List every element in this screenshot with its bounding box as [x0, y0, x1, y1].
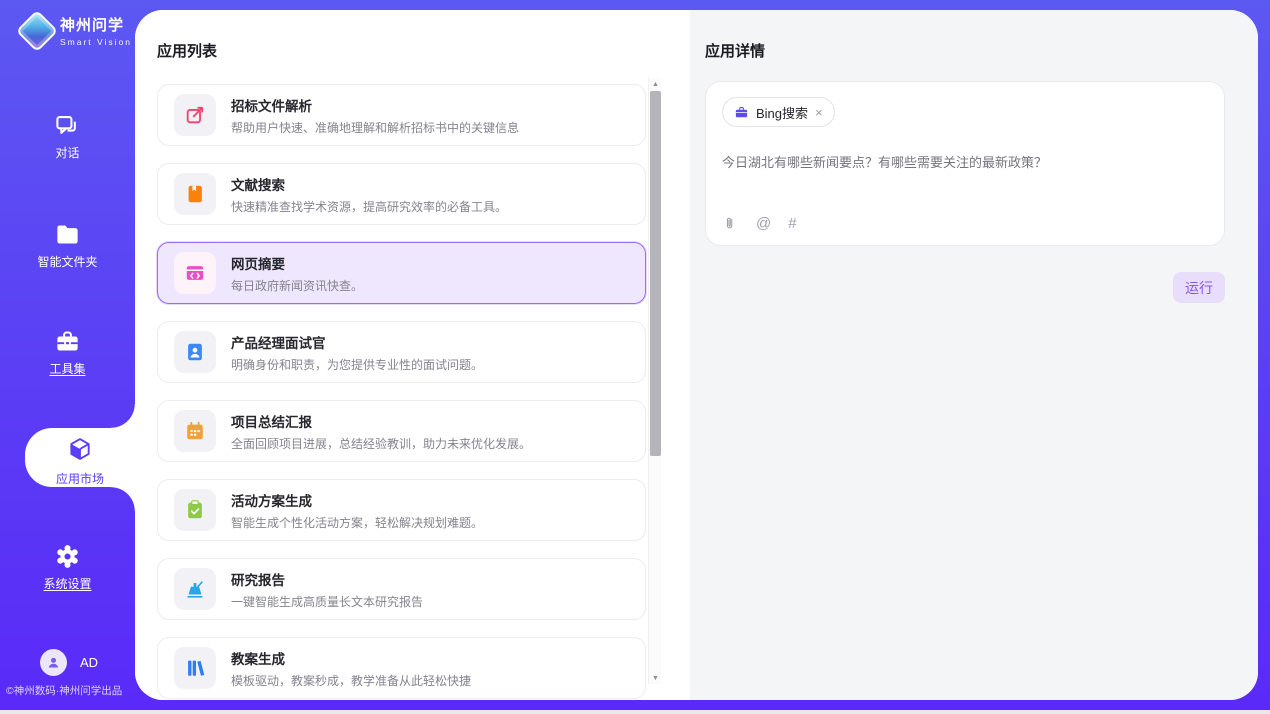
user-account[interactable]: AD — [40, 649, 98, 676]
hash-icon[interactable]: # — [788, 215, 796, 232]
app-card-lesson-plan[interactable]: 教案生成 模板驱动，教案秒成，教学准备从此轻松快捷 — [157, 637, 646, 699]
app-list-panel: 应用列表 招标文件解析 帮助用户快速、准确地理解和解析招标书中的关键信息 — [135, 10, 690, 700]
ink-report-icon — [174, 568, 216, 610]
chat-icon — [54, 112, 81, 139]
run-button[interactable]: 运行 — [1173, 272, 1225, 303]
prompt-input-card[interactable]: Bing搜索 × 今日湖北有哪些新闻要点？有哪些需要关注的最新政策？ @ # — [705, 81, 1225, 246]
app-window: 神州问学 Smart Vision 对话 智能文件夹 — [0, 0, 1270, 714]
calendar-icon — [174, 410, 216, 452]
app-card-pm-interviewer[interactable]: 产品经理面试官 明确身份和职责，为您提供专业性的面试问题。 — [157, 321, 646, 383]
folder-icon — [54, 221, 81, 248]
tool-tag-bing-search[interactable]: Bing搜索 × — [722, 97, 835, 127]
sidebar: 神州问学 Smart Vision 对话 智能文件夹 — [0, 0, 135, 710]
sidebar-footer-text: ©神州数码·神州问学出品 — [6, 683, 135, 698]
scroll-down-arrow-icon[interactable]: ▼ — [649, 672, 662, 684]
app-list-title: 应用列表 — [157, 40, 690, 61]
avatar — [40, 649, 67, 676]
app-card-list: 招标文件解析 帮助用户快速、准确地理解和解析招标书中的关键信息 文献搜索 快速精… — [157, 84, 646, 699]
brand-subtitle: Smart Vision — [60, 37, 132, 47]
interview-icon — [174, 331, 216, 373]
gear-icon — [54, 543, 81, 570]
app-card-web-summary[interactable]: 网页摘要 每日政府新闻资讯快查。 — [157, 242, 646, 304]
user-initials: AD — [80, 655, 98, 670]
toolbox-icon — [54, 328, 81, 355]
tool-tag-label: Bing搜索 — [756, 103, 808, 122]
scrollbar-thumb[interactable] — [650, 91, 661, 456]
person-icon — [46, 655, 61, 670]
brand-logo: 神州问学 Smart Vision — [22, 14, 132, 47]
cube-icon — [67, 436, 93, 462]
document-edit-icon — [174, 94, 216, 136]
sidebar-item-toolbox[interactable]: 工具集 — [0, 328, 135, 377]
app-list-scrollbar[interactable]: ▲ ▼ — [648, 78, 661, 684]
tag-close-icon[interactable]: × — [815, 106, 823, 119]
book-icon — [174, 173, 216, 215]
briefcase-icon — [734, 105, 749, 120]
query-text[interactable]: 今日湖北有哪些新闻要点？有哪些需要关注的最新政策？ — [722, 152, 1208, 171]
app-card-project-summary[interactable]: 项目总结汇报 全面回顾项目进展，总结经验教训，助力未来优化发展。 — [157, 400, 646, 462]
browser-code-icon — [174, 252, 216, 294]
brand-name: 神州问学 — [60, 14, 132, 35]
books-icon — [174, 647, 216, 689]
attachment-icon[interactable] — [723, 216, 739, 232]
scroll-up-arrow-icon[interactable]: ▲ — [649, 78, 662, 90]
input-toolbar: @ # — [723, 215, 797, 232]
app-card-research-report[interactable]: 研究报告 一键智能生成高质量长文本研究报告 — [157, 558, 646, 620]
clipboard-check-icon — [174, 489, 216, 531]
sidebar-item-chat[interactable]: 对话 — [0, 112, 135, 161]
app-card-bid-analysis[interactable]: 招标文件解析 帮助用户快速、准确地理解和解析招标书中的关键信息 — [157, 84, 646, 146]
app-detail-panel: 应用详情 Bing搜索 × 今日湖北有哪些新闻要点？有哪些需要关注的最新政策？ — [690, 10, 1258, 700]
mention-icon[interactable]: @ — [756, 215, 771, 232]
sidebar-item-app-market[interactable]: 应用市场 — [25, 428, 135, 487]
main-content: 应用列表 招标文件解析 帮助用户快速、准确地理解和解析招标书中的关键信息 — [135, 10, 1258, 700]
brand-diamond-icon — [16, 9, 58, 51]
app-detail-title: 应用详情 — [705, 40, 1225, 61]
window-bottom-edge — [0, 710, 1270, 714]
sidebar-item-smart-folder[interactable]: 智能文件夹 — [0, 221, 135, 270]
app-card-literature-search[interactable]: 文献搜索 快速精准查找学术资源，提高研究效率的必备工具。 — [157, 163, 646, 225]
app-card-event-plan[interactable]: 活动方案生成 智能生成个性化活动方案，轻松解决规划难题。 — [157, 479, 646, 541]
sidebar-item-settings[interactable]: 系统设置 — [0, 543, 135, 592]
